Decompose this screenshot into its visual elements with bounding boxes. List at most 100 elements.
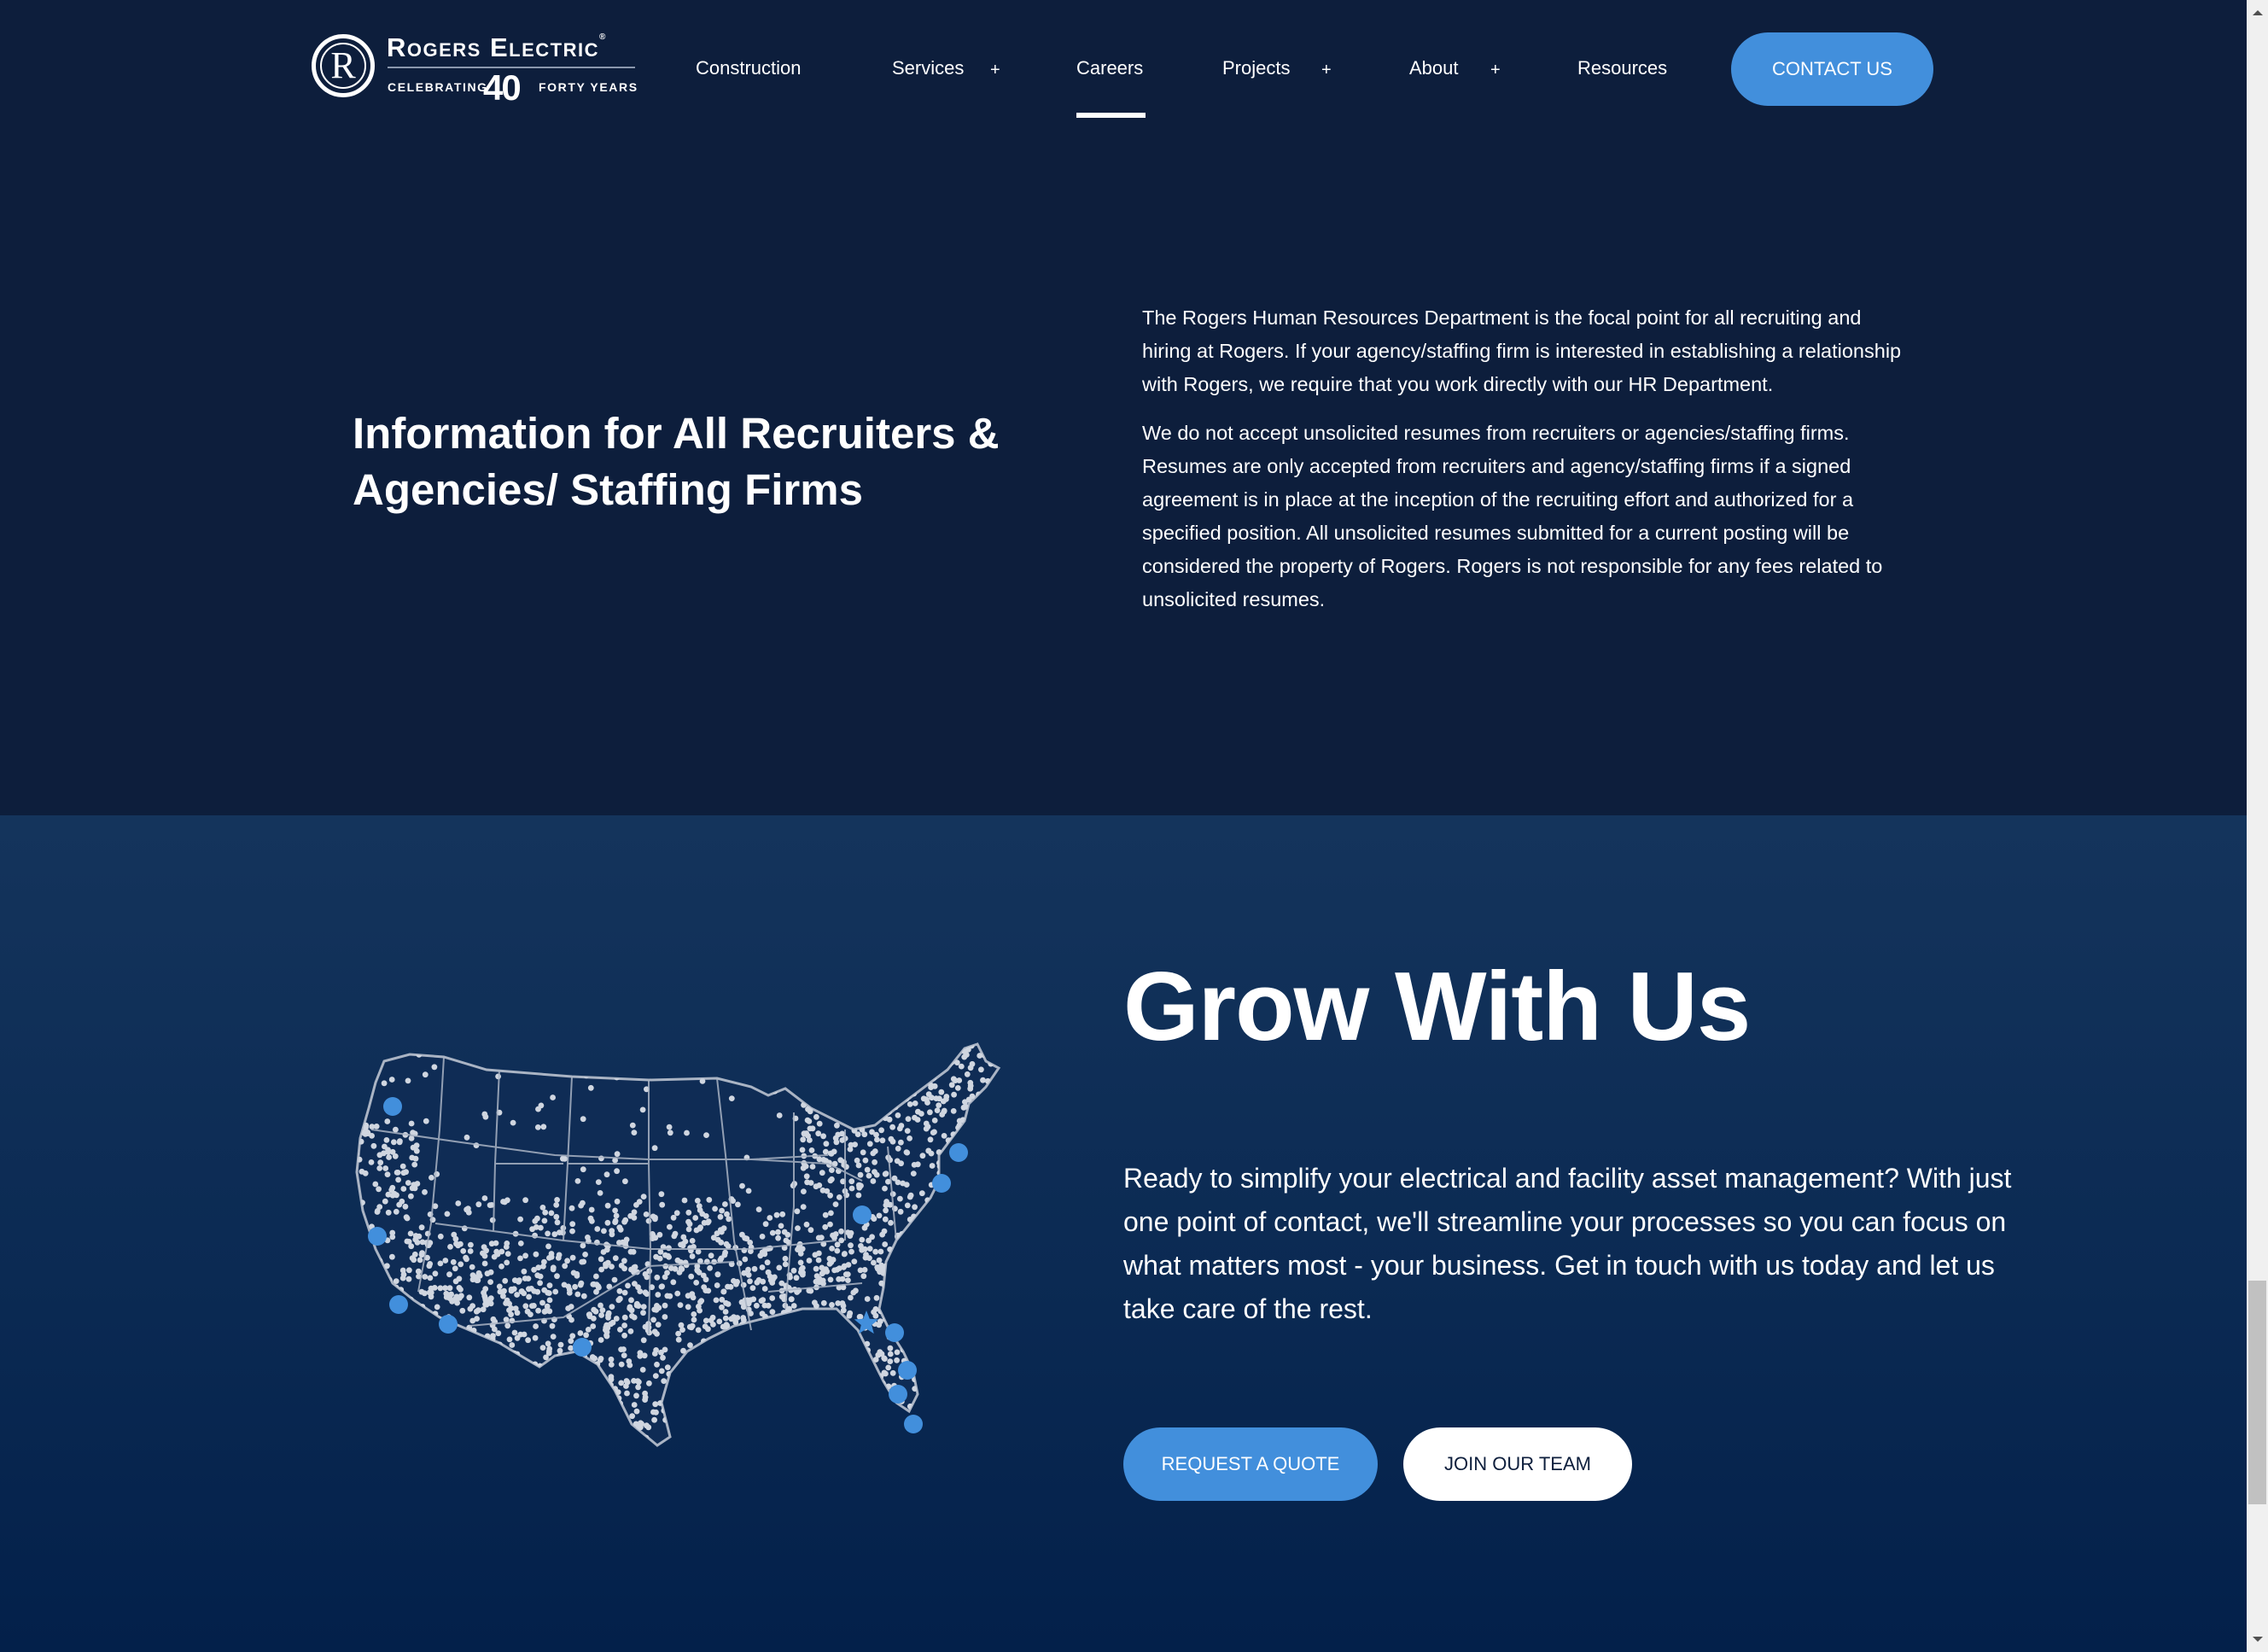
coverage-dot (603, 1171, 610, 1178)
coverage-dot (378, 1373, 385, 1380)
services-expand-icon[interactable]: + (990, 55, 1000, 85)
coverage-dot (686, 1221, 693, 1228)
coverage-dot (617, 1226, 624, 1233)
coverage-dot (728, 1412, 735, 1419)
coverage-dot (812, 1328, 819, 1334)
coverage-dot (860, 1149, 866, 1156)
coverage-dot (1006, 1053, 1012, 1059)
coverage-dot (389, 1316, 395, 1322)
coverage-dot (808, 1180, 814, 1186)
coverage-dot (580, 1258, 587, 1265)
nav-projects[interactable]: Projects (1222, 53, 1290, 84)
coverage-dot (403, 1390, 410, 1397)
coverage-dot (365, 1329, 372, 1336)
coverage-dot (936, 1240, 942, 1247)
coverage-dot (966, 1156, 973, 1162)
coverage-dot (979, 1193, 985, 1200)
coverage-dot (739, 1388, 746, 1394)
coverage-dot (760, 1297, 767, 1303)
coverage-dot (560, 1408, 567, 1414)
request-quote-button[interactable]: REQUEST A QUOTE (1123, 1427, 1378, 1501)
coverage-dot (671, 1440, 677, 1445)
coverage-dot (986, 1194, 992, 1200)
coverage-dot (761, 1302, 768, 1309)
coverage-dot (957, 1393, 964, 1399)
coverage-dot (949, 1322, 956, 1328)
coverage-dot (962, 1319, 968, 1325)
coverage-dot (359, 1256, 364, 1263)
coverage-dot (485, 1045, 492, 1052)
coverage-dot (590, 1405, 597, 1412)
coverage-dot (978, 1192, 985, 1198)
coverage-dot (813, 1081, 819, 1088)
coverage-dot (720, 1375, 726, 1382)
coverage-dot (511, 1380, 517, 1386)
coverage-dot (680, 1347, 686, 1354)
coverage-dot (852, 1061, 859, 1068)
projects-expand-icon[interactable]: + (1321, 55, 1332, 85)
coverage-dot (404, 1238, 411, 1245)
coverage-dot (405, 1357, 411, 1364)
coverage-dot (986, 1142, 993, 1149)
nav-resources[interactable]: Resources (1577, 53, 1667, 84)
coverage-dot (364, 1382, 371, 1389)
coverage-dot (417, 1438, 423, 1445)
coverage-dot (980, 1077, 986, 1083)
nav-careers[interactable]: Careers (1076, 53, 1143, 84)
coverage-dot (979, 1261, 985, 1268)
nav-about[interactable]: About (1409, 53, 1459, 84)
rogers-electric-logo[interactable]: R Rogers Electric® CELEBRATING 40 FORTY … (312, 32, 637, 111)
coverage-dot (567, 1391, 573, 1398)
about-expand-icon[interactable]: + (1490, 55, 1501, 85)
coverage-dot (448, 1427, 454, 1433)
coverage-dot (661, 1378, 668, 1384)
coverage-dot (975, 1378, 981, 1385)
coverage-dot (860, 1369, 867, 1376)
coverage-dot (822, 1339, 829, 1346)
coverage-dot (651, 1328, 658, 1335)
coverage-dot (837, 1404, 842, 1411)
coverage-dot (521, 1290, 528, 1297)
scroll-up-arrow-icon[interactable] (2253, 10, 2263, 15)
coverage-dot (371, 1381, 378, 1387)
scroll-down-arrow-icon[interactable] (2253, 1637, 2263, 1642)
coverage-dot (544, 1392, 551, 1398)
coverage-dot (798, 1419, 805, 1426)
coverage-dot (539, 1299, 545, 1306)
nav-services[interactable]: Services (892, 53, 964, 84)
coverage-dot (654, 1361, 660, 1368)
coverage-dot (399, 1267, 406, 1274)
join-our-team-button[interactable]: JOIN OUR TEAM (1403, 1427, 1632, 1501)
coverage-dot (964, 1071, 971, 1077)
coverage-dot (591, 1378, 597, 1384)
coverage-dot (816, 1250, 822, 1257)
contact-us-button[interactable]: CONTACT US (1731, 32, 1933, 106)
coverage-dot (464, 1439, 471, 1445)
coverage-dot (953, 1337, 960, 1343)
coverage-dot (380, 1283, 387, 1290)
scrollbar-thumb[interactable] (2248, 1281, 2266, 1504)
coverage-dot (582, 1394, 589, 1401)
coverage-dot (591, 1281, 598, 1287)
coverage-dot (857, 1171, 864, 1178)
coverage-dot (408, 1424, 415, 1430)
coverage-dot (725, 1397, 732, 1403)
coverage-dot (873, 1044, 880, 1048)
coverage-dot (977, 1106, 984, 1113)
coverage-dot (511, 1329, 518, 1336)
coverage-dot (455, 1340, 461, 1346)
coverage-dot (389, 1234, 396, 1240)
coverage-dot (887, 1429, 894, 1436)
coverage-dot (964, 1052, 970, 1058)
vertical-scrollbar[interactable] (2247, 0, 2268, 1652)
coverage-dot (829, 1387, 836, 1393)
coverage-dot (535, 1106, 541, 1112)
coverage-dot (918, 1243, 925, 1249)
coverage-dot (854, 1055, 860, 1062)
nav-construction[interactable]: Construction (696, 53, 802, 84)
coverage-dot (924, 1430, 930, 1437)
coverage-dot (415, 1268, 422, 1275)
coverage-dot (728, 1334, 735, 1340)
coverage-dot (405, 1416, 411, 1423)
coverage-dot (546, 1282, 553, 1288)
